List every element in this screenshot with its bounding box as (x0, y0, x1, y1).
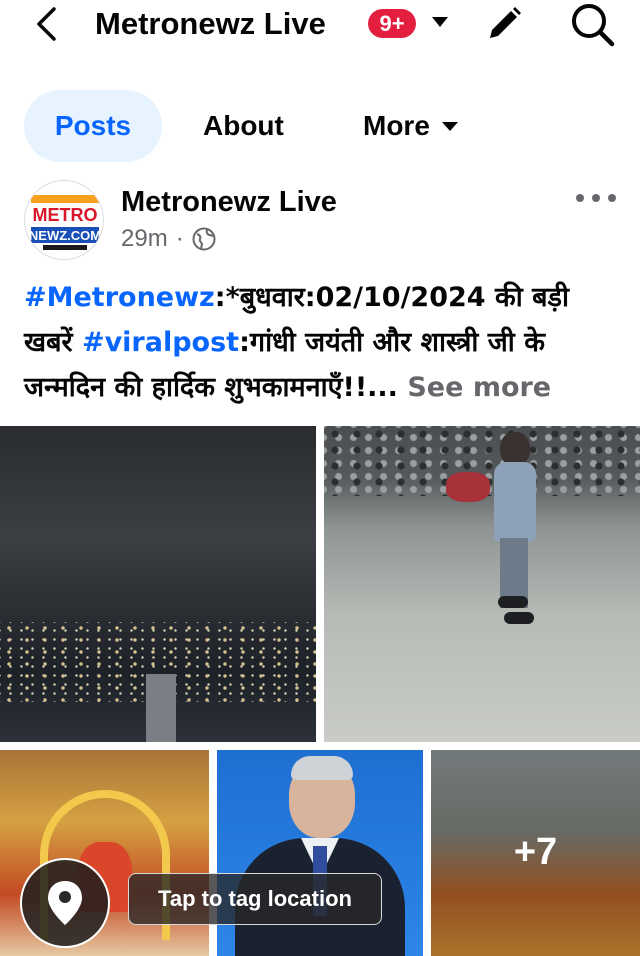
svg-text:NEWZ.COM: NEWZ.COM (29, 228, 101, 243)
pencil-icon (490, 7, 521, 38)
speaker-figure (291, 756, 353, 780)
tab-posts[interactable]: Posts (24, 90, 162, 162)
location-button[interactable] (20, 858, 110, 948)
more-options-icon (608, 194, 616, 202)
location-pin-icon (48, 881, 82, 925)
profile-tabs: Posts About More (0, 90, 640, 164)
search-button[interactable] (568, 0, 616, 48)
meta-separator: · (175, 225, 184, 252)
chevron-left-icon (37, 7, 56, 41)
post-time[interactable]: 29m (121, 225, 168, 253)
caret-down-icon (432, 17, 448, 27)
avatar[interactable]: METRO NEWZ.COM (24, 180, 104, 260)
child-figure (504, 612, 534, 624)
svg-text:METRO: METRO (33, 205, 98, 225)
title-dropdown-button[interactable] (428, 10, 452, 34)
building (146, 674, 176, 742)
post-text: #Metronewz:*बुधवार:02/10/2024 की बड़ी खब… (24, 275, 624, 410)
post-photo-speaker[interactable] (217, 750, 423, 956)
hashtag-link[interactable]: #Metronewz (24, 282, 215, 313)
page-title[interactable]: Metronewz Live (95, 4, 326, 44)
child-figure (494, 462, 536, 542)
tab-about[interactable]: About (203, 90, 284, 162)
see-more-link[interactable]: See more (407, 372, 551, 403)
top-bar: Metronewz Live 9+ (0, 0, 640, 56)
child-figure (498, 596, 528, 608)
hashtag-link[interactable]: #viralpost (82, 327, 239, 358)
globe-icon (192, 227, 216, 251)
tab-more[interactable]: More (363, 90, 460, 162)
post-photo-field-fire[interactable]: +7 (431, 750, 640, 956)
notification-badge: 9+ (368, 9, 416, 38)
more-options-icon (592, 194, 600, 202)
caret-down-icon (441, 122, 458, 131)
post-photo-city-night[interactable] (0, 426, 316, 742)
tag-location-button[interactable]: Tap to tag location (128, 873, 382, 925)
post-author[interactable]: Metronewz Live (121, 184, 337, 220)
more-options-icon (576, 194, 584, 202)
tab-more-label: More (363, 110, 430, 141)
post-meta: 29m · (121, 224, 216, 254)
post-options-button[interactable] (576, 186, 616, 210)
more-photos-count: +7 (513, 831, 558, 873)
back-button[interactable] (28, 4, 64, 44)
page-logo: METRO NEWZ.COM (29, 195, 101, 250)
post-photo-child-rubble[interactable] (324, 426, 640, 742)
child-figure (500, 432, 530, 466)
edit-button[interactable] (484, 4, 524, 44)
search-icon (572, 4, 615, 47)
debris (446, 472, 490, 502)
